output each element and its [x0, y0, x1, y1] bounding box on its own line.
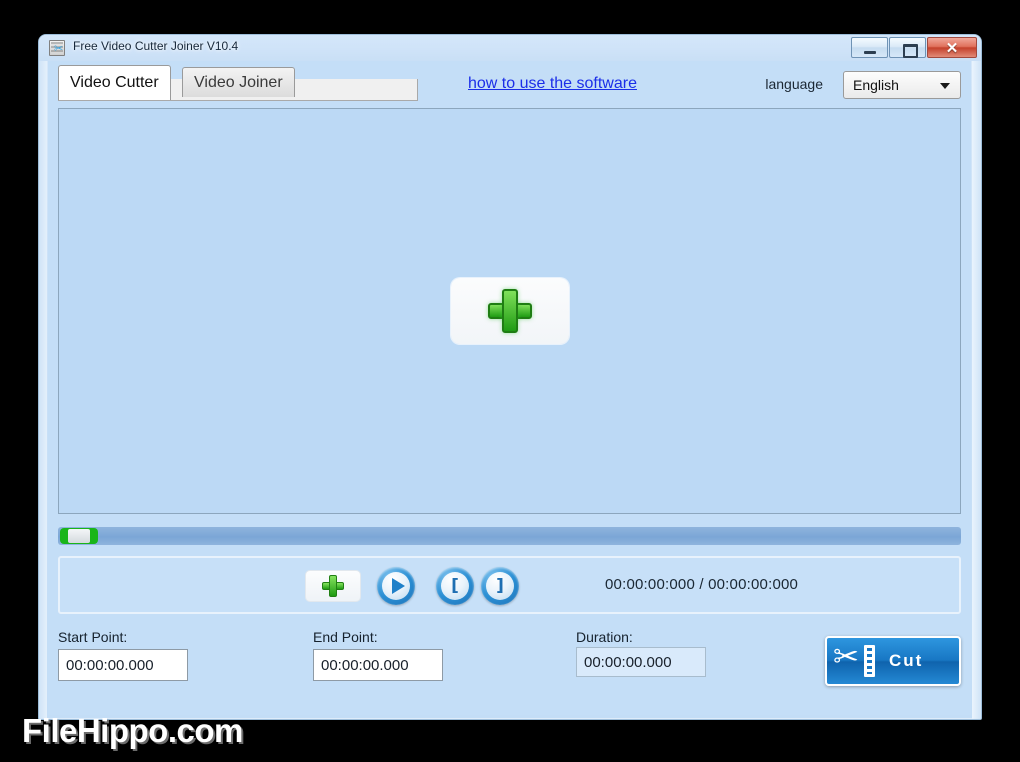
language-select[interactable]: English	[843, 71, 961, 99]
set-end-point-button[interactable]: ]	[481, 567, 519, 605]
screenshot-root: ✂ Free Video Cutter Joiner V10.4 ✕ Video…	[0, 0, 1020, 762]
language-label: language	[765, 76, 823, 92]
film-strip-icon	[864, 645, 875, 677]
bracket-open-icon: [	[441, 572, 469, 600]
tab-strip: Video Cutter Video Joiner	[58, 65, 418, 101]
plus-icon-vertical	[329, 575, 337, 597]
end-point-label: End Point:	[313, 629, 378, 645]
add-video-button-large[interactable]	[450, 278, 569, 344]
plus-icon	[322, 575, 344, 597]
app-icon-scissors: ✂	[54, 42, 64, 55]
application-window: ✂ Free Video Cutter Joiner V10.4 ✕ Video…	[38, 34, 982, 720]
window-controls: ✕	[850, 37, 977, 59]
client-area: Video Cutter Video Joiner how to use the…	[48, 61, 971, 715]
play-icon	[382, 572, 410, 600]
window-title: Free Video Cutter Joiner V10.4	[73, 39, 239, 53]
cut-button-label: Cut	[889, 651, 924, 670]
how-to-use-link[interactable]: how to use the software	[468, 75, 637, 93]
scissors-icon: ✂	[833, 639, 859, 675]
start-point-label: Start Point:	[58, 629, 128, 645]
chevron-down-icon	[940, 83, 950, 89]
plus-icon	[487, 289, 532, 333]
language-select-value: English	[853, 77, 899, 93]
window-left-border	[39, 35, 47, 719]
app-icon: ✂	[49, 40, 65, 56]
transport-panel: [ ] 00:00:00:000 / 00:00:00:000	[58, 556, 961, 614]
bracket-close-icon: ]	[486, 572, 514, 600]
seek-slider[interactable]	[58, 527, 961, 545]
set-start-point-button[interactable]: [	[436, 567, 474, 605]
video-preview-area[interactable]	[58, 108, 961, 514]
scissors-film-icon: ✂	[833, 639, 877, 679]
window-right-border	[972, 35, 981, 719]
duration-value: 00:00:00.000	[576, 647, 706, 677]
tab-video-cutter-label: Video Cutter	[70, 74, 159, 91]
seek-slider-thumb[interactable]	[60, 528, 98, 544]
header-row: Video Cutter Video Joiner how to use the…	[58, 65, 961, 101]
tab-video-joiner[interactable]: Video Joiner	[182, 67, 295, 97]
title-bar[interactable]: ✂ Free Video Cutter Joiner V10.4 ✕	[39, 35, 981, 61]
minimize-button[interactable]	[851, 37, 888, 58]
close-icon: ✕	[945, 40, 959, 57]
filehippo-watermark: FileHippo.com	[22, 712, 243, 749]
tab-video-cutter[interactable]: Video Cutter	[58, 65, 171, 100]
close-button[interactable]: ✕	[927, 37, 977, 58]
add-video-button-small[interactable]	[305, 570, 361, 602]
tab-video-joiner-label: Video Joiner	[194, 73, 283, 91]
duration-label: Duration:	[576, 629, 633, 645]
maximize-button[interactable]	[889, 37, 926, 58]
play-button[interactable]	[377, 567, 415, 605]
plus-icon-vertical	[501, 289, 518, 333]
end-point-input[interactable]: 00:00:00.000	[313, 649, 443, 681]
cut-button[interactable]: ✂ Cut	[825, 636, 961, 686]
start-point-input[interactable]: 00:00:00.000	[58, 649, 188, 681]
time-display: 00:00:00:000 / 00:00:00:000	[605, 576, 799, 593]
